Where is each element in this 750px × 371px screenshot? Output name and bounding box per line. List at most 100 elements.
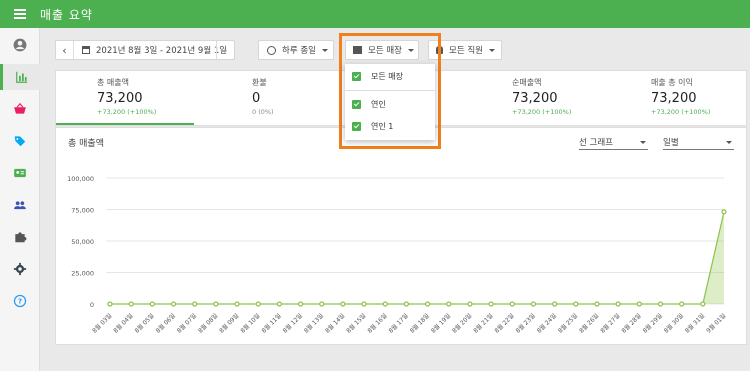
x-tick-label: 8월 18일 — [408, 312, 431, 335]
date-range-label[interactable]: 2021년 8월 3일 - 2021년 9월 1일 — [96, 44, 227, 56]
x-tick-label: 8월 05일 — [133, 312, 156, 335]
store-dropdown: 모든 매장 연인 연인 1 — [345, 64, 435, 140]
data-point — [192, 301, 198, 307]
prev-period-button[interactable]: ‹ — [56, 41, 74, 59]
data-point — [255, 301, 261, 307]
x-tick-label: 8월 26일 — [577, 312, 600, 335]
help-icon[interactable]: ? — [0, 288, 40, 314]
stat-gross-profit[interactable]: 매출 총 이익 73,200 +73,200 (+100%) — [651, 77, 710, 116]
data-point — [615, 301, 621, 307]
data-point — [446, 301, 452, 307]
x-tick-label: 8월 13일 — [302, 312, 325, 335]
x-tick-label: 8월 06일 — [154, 312, 177, 335]
x-tick-label: 8월 22일 — [493, 312, 516, 335]
data-point — [213, 301, 219, 307]
data-point — [403, 301, 410, 307]
data-point — [234, 301, 240, 307]
time-filter-button[interactable]: 하루 종일 — [258, 40, 334, 60]
stat-refunds[interactable]: 환불 0 0 (0%) — [252, 77, 274, 116]
series-line — [110, 211, 725, 305]
x-tick-label: 8월 21일 — [472, 312, 495, 335]
menu-icon[interactable] — [0, 0, 40, 28]
puzzle-icon[interactable] — [0, 224, 40, 250]
page-title: 매출 요약 — [40, 7, 93, 22]
checkbox-checked-icon[interactable] — [352, 71, 361, 81]
data-point — [573, 301, 579, 307]
app-bar: 매출 요약 — [0, 0, 750, 28]
x-tick-label: 8월 24일 — [535, 312, 558, 335]
people-icon[interactable] — [0, 192, 40, 218]
data-point — [424, 301, 431, 307]
x-tick-label: 8월 14일 — [323, 312, 346, 335]
data-point — [149, 301, 155, 307]
data-point — [467, 301, 473, 307]
data-point — [297, 301, 304, 307]
stat-net-sales[interactable]: 순매출액 73,200 +73,200 (+100%) — [512, 77, 571, 116]
data-point — [107, 301, 113, 307]
store-option-1[interactable]: 연인 — [345, 94, 435, 114]
divider — [345, 90, 435, 91]
data-point — [594, 301, 600, 307]
x-tick-label: 8월 25일 — [556, 312, 579, 335]
active-stat-indicator — [56, 123, 194, 125]
data-point — [552, 301, 558, 307]
y-tick-label: 25,000 — [71, 270, 94, 278]
checkbox-checked-icon[interactable] — [352, 121, 361, 131]
x-tick-label: 8월 04일 — [112, 312, 135, 335]
y-tick-label: 75,000 — [71, 207, 94, 215]
next-period-button[interactable]: › — [216, 41, 234, 59]
y-tick-label: 50,000 — [71, 238, 94, 246]
series-area — [110, 211, 724, 304]
chart-panel: 총 매출액 선 그래프 일별 0 25,000 50,000 75,000 100,00… — [55, 127, 747, 345]
sidebar: ? — [0, 28, 40, 371]
checkbox-checked-icon[interactable] — [352, 99, 361, 109]
tag-icon[interactable] — [0, 128, 40, 154]
account-icon[interactable] — [0, 32, 40, 58]
chevron-down-icon — [321, 48, 328, 52]
x-tick-label: 8월 03일 — [90, 312, 113, 335]
data-point — [319, 301, 325, 307]
x-tick-label: 8월 10일 — [239, 312, 262, 335]
x-tick-label: 9월 01일 — [704, 312, 727, 335]
data-point — [276, 301, 282, 307]
x-tick-label: 8월 29일 — [641, 312, 664, 335]
data-point — [657, 301, 664, 307]
svg-text:?: ? — [18, 298, 22, 306]
x-tick-label: 8월 16일 — [366, 312, 389, 335]
y-tick-label: 0 — [90, 301, 94, 309]
data-point — [636, 301, 642, 307]
calendar-icon — [82, 46, 90, 54]
x-tick-label: 8월 30일 — [662, 312, 685, 335]
data-point — [721, 209, 727, 215]
data-point — [679, 301, 685, 307]
data-point — [128, 301, 134, 307]
x-tick-label: 8월 17일 — [387, 312, 410, 335]
x-tick-label: 8월 27일 — [599, 312, 622, 335]
data-point — [488, 301, 494, 307]
basket-icon[interactable] — [0, 96, 40, 122]
store-option-2[interactable]: 연인 1 — [345, 116, 435, 136]
x-tick-label: 8월 07일 — [175, 312, 198, 335]
x-tick-label: 8월 28일 — [620, 312, 643, 335]
gear-icon[interactable] — [0, 256, 40, 282]
chevron-down-icon — [488, 48, 495, 52]
data-point — [340, 301, 346, 307]
x-tick-label: 8월 23일 — [514, 312, 537, 335]
sales-chart: 025,00050,00075,000100,0008월 03일8월 04일8월… — [67, 175, 727, 335]
date-range-picker: ‹ 2021년 8월 3일 - 2021년 9월 1일 › — [55, 40, 235, 60]
x-tick-label: 8월 31일 — [683, 312, 706, 335]
stat-gross-sales[interactable]: 총 매출액 73,200 +73,200 (+100%) — [97, 77, 156, 116]
data-point — [530, 301, 537, 307]
store-option-all[interactable]: 모든 매장 — [345, 66, 435, 86]
x-tick-label: 8월 12일 — [281, 312, 304, 335]
y-tick-label: 100,000 — [67, 175, 94, 183]
id-card-icon[interactable] — [0, 160, 40, 186]
x-tick-label: 8월 11일 — [260, 312, 283, 335]
data-point — [382, 301, 388, 307]
data-point — [700, 301, 706, 307]
clock-icon — [267, 45, 276, 55]
bar-chart-icon[interactable] — [0, 64, 40, 90]
x-tick-label: 8월 19일 — [429, 312, 452, 335]
data-point — [509, 301, 515, 307]
x-tick-label: 8월 08일 — [196, 312, 219, 335]
